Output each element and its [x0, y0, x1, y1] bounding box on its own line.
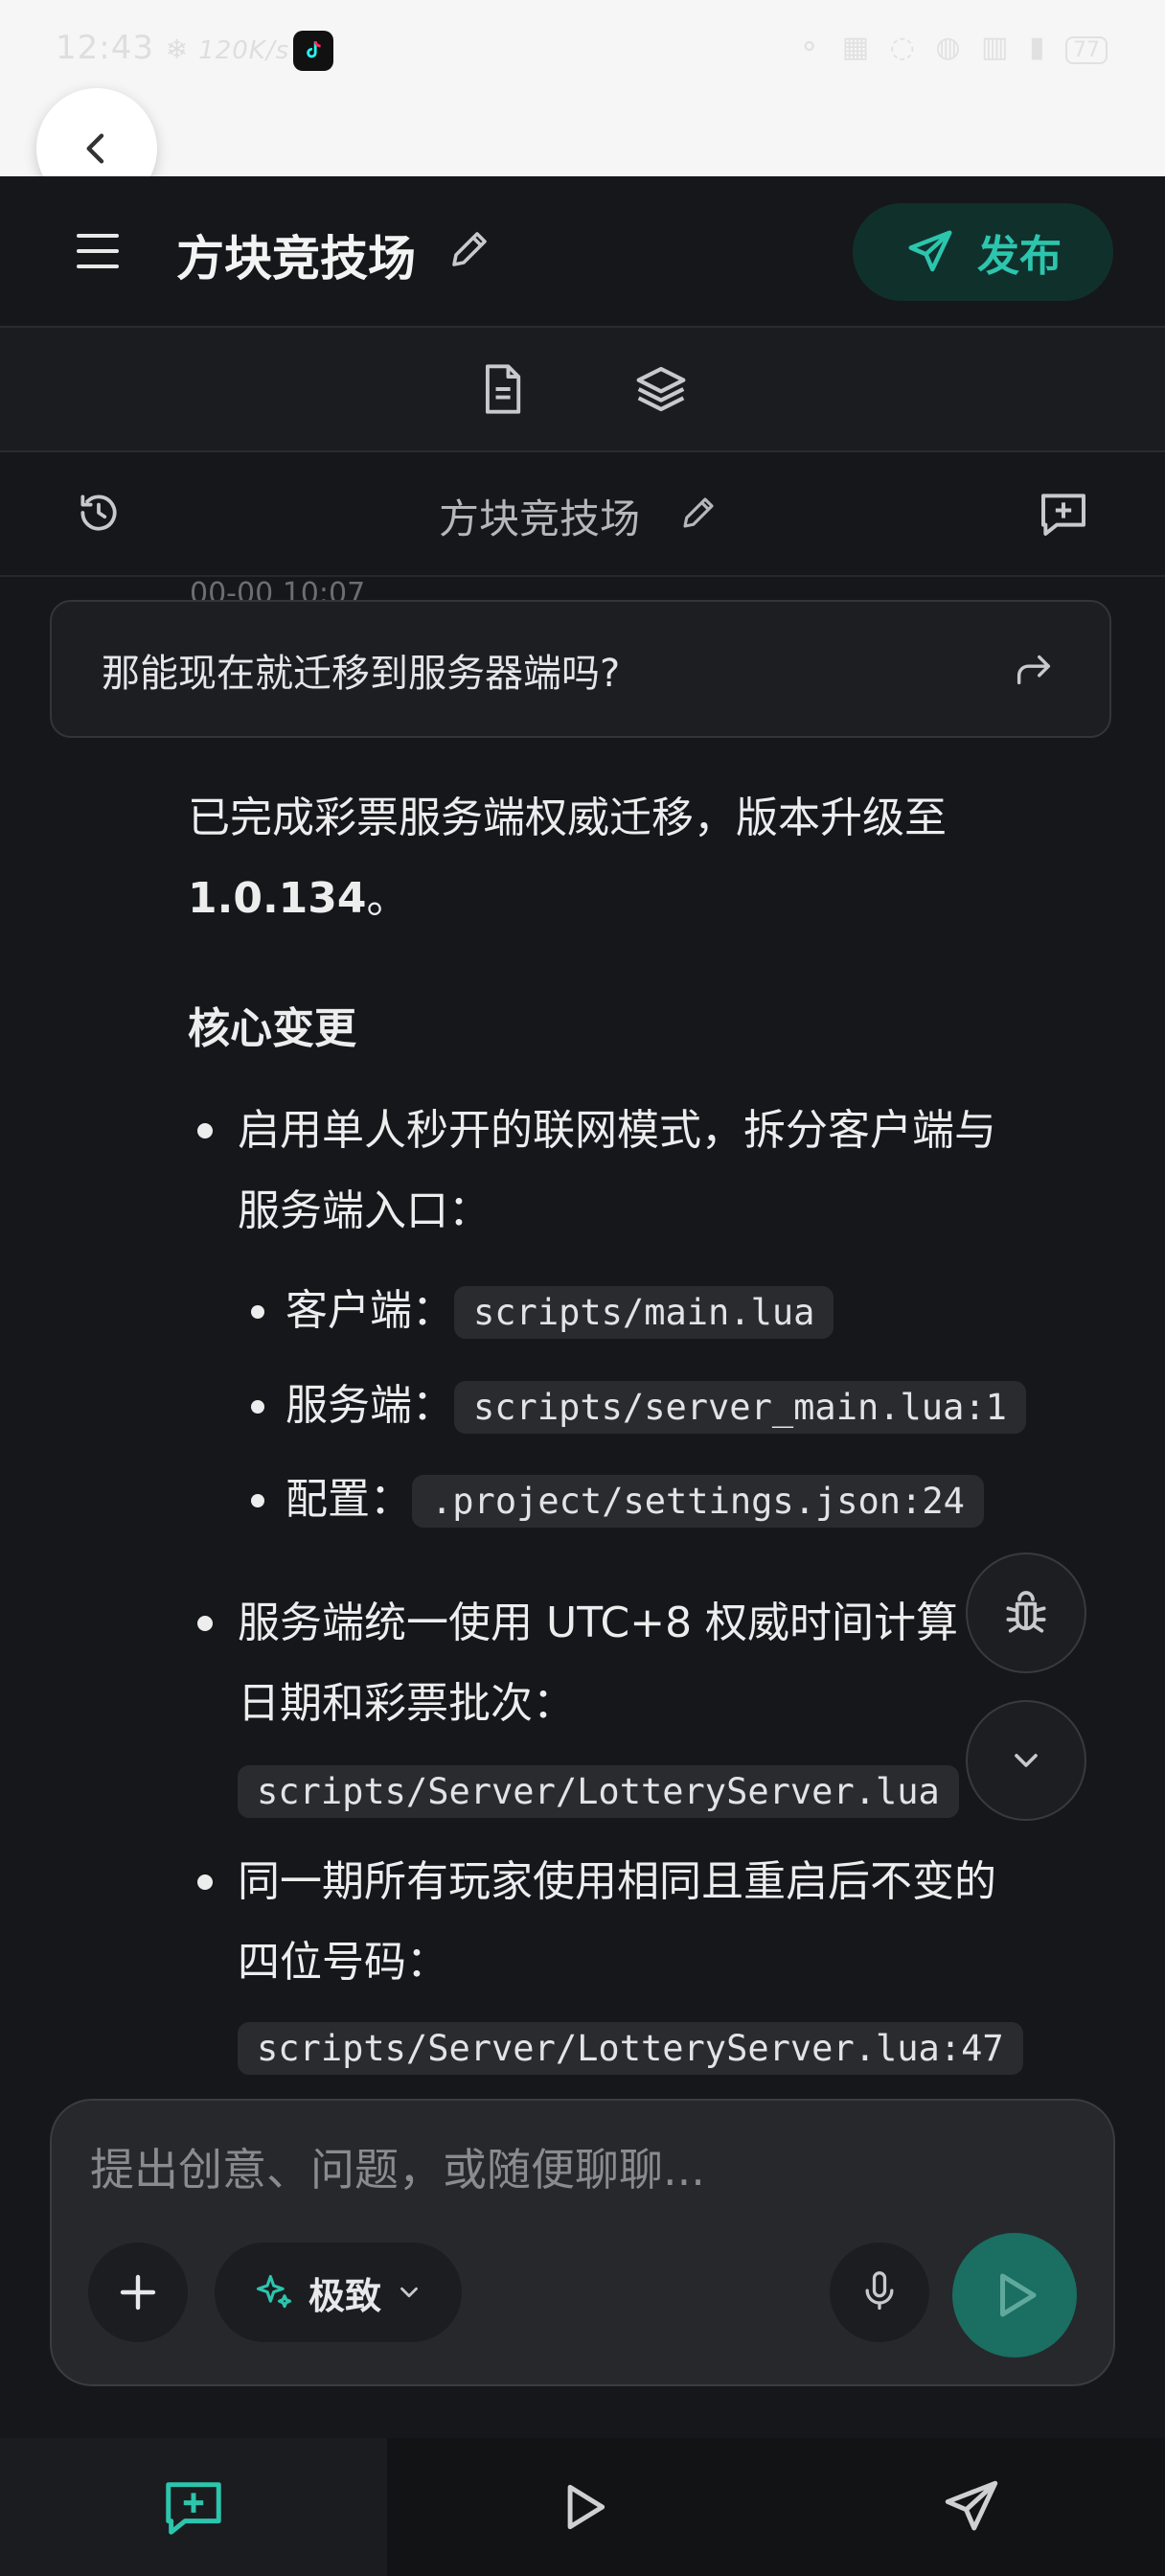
code-path: scripts/server_main.lua:1 [454, 1381, 1026, 1434]
list-item: 服务端： scripts/server_main.lua:1 [286, 1369, 1026, 1442]
plus-icon [120, 2274, 156, 2311]
send-icon [945, 2480, 998, 2531]
edit-icon[interactable] [678, 493, 719, 533]
intro-line-2: 1.0.134。 [188, 874, 409, 923]
section-heading: 核心变更 [188, 1004, 356, 1053]
list-item: scripts/Server/LotteryServer.lua [238, 1754, 959, 1827]
list-item: scripts/Server/LotteryServer.lua:47 [238, 2011, 1023, 2083]
document-icon[interactable] [477, 362, 527, 416]
list-item: 启用单人秒开的联网模式，拆分客户端与 服务端入口： [238, 1106, 996, 1235]
intro-line-1: 已完成彩票服务端权威迁移，版本升级至 [188, 794, 947, 842]
chat-add-icon[interactable] [1037, 487, 1090, 540]
back-icon [86, 133, 104, 164]
debug-button[interactable] [966, 1552, 1086, 1673]
user-message[interactable]: 那能现在就迁移到服务器端吗? [50, 600, 1111, 738]
app-header: 方块竞技场 发布 [0, 176, 1165, 328]
list-item: 配置： .project/settings.json:24 [286, 1463, 984, 1536]
code-path: scripts/main.lua [454, 1286, 834, 1339]
send-button[interactable] [952, 2233, 1077, 2358]
chevron-down-icon [400, 2287, 418, 2298]
bullet-dot [251, 1305, 264, 1319]
voice-button[interactable] [830, 2242, 929, 2342]
assistant-message: 已完成彩票服务端权威迁移，版本升级至 1.0.134。 [188, 778, 1108, 939]
attach-button[interactable] [88, 2242, 188, 2342]
composer: 极致 [50, 2099, 1115, 2386]
list-item: 客户端： scripts/main.lua [286, 1275, 834, 1347]
menu-icon[interactable] [77, 232, 119, 270]
code-path: scripts/Server/LotteryServer.lua [238, 1765, 959, 1818]
nav-chat[interactable] [0, 2438, 387, 2576]
code-path: .project/settings.json:24 [412, 1475, 984, 1528]
bullet-dot [197, 1616, 213, 1631]
history-icon[interactable] [75, 489, 123, 537]
project-title: 方块竞技场 [176, 231, 416, 287]
version-number: 1.0.134 [188, 874, 367, 923]
list-item: 同一期所有玩家使用相同且重启后不变的 四位号码： [238, 1857, 996, 1987]
scroll-down-button[interactable] [966, 1700, 1086, 1821]
code-path: scripts/Server/LotteryServer.lua:47 [238, 2022, 1023, 2075]
editor-toolbar [0, 328, 1165, 452]
chat-header: 方块竞技场 [0, 452, 1165, 577]
mic-icon [865, 2271, 894, 2311]
chat-add-icon [166, 2482, 221, 2535]
bullet-dot [197, 1123, 213, 1138]
user-message-text: 那能现在就迁移到服务器端吗? [102, 652, 621, 696]
bullet-dot [197, 1874, 213, 1890]
publish-button[interactable]: 发布 [853, 203, 1113, 301]
play-icon [1000, 2273, 1037, 2317]
sparkle-icon [256, 2274, 292, 2309]
chat-input[interactable] [88, 2143, 1050, 2196]
bullet-dot [251, 1494, 264, 1507]
status-time: 12:43 ❄ 120K/s [56, 29, 290, 67]
nav-publish[interactable] [778, 2438, 1165, 2576]
status-icons: ⚬ ▦ ◌ ◍ ▥ ▮ 77 [797, 31, 1108, 64]
send-icon [908, 230, 952, 272]
layers-icon[interactable] [634, 362, 688, 416]
bug-icon [1006, 1591, 1046, 1633]
play-icon [567, 2484, 605, 2530]
bullet-dot [251, 1400, 264, 1414]
mode-selector[interactable]: 极致 [215, 2242, 462, 2342]
chat-title: 方块竞技场 [439, 495, 641, 542]
chevron-down-icon [1015, 1754, 1038, 1767]
edit-icon[interactable] [446, 226, 492, 272]
nav-play[interactable] [387, 2438, 778, 2576]
share-icon[interactable] [1012, 648, 1056, 692]
tiktok-icon [293, 31, 333, 71]
status-bar: 12:43 ❄ 120K/s ⚬ ▦ ◌ ◍ ▥ ▮ 77 [0, 0, 1165, 209]
bottom-navigation [0, 2438, 1165, 2576]
